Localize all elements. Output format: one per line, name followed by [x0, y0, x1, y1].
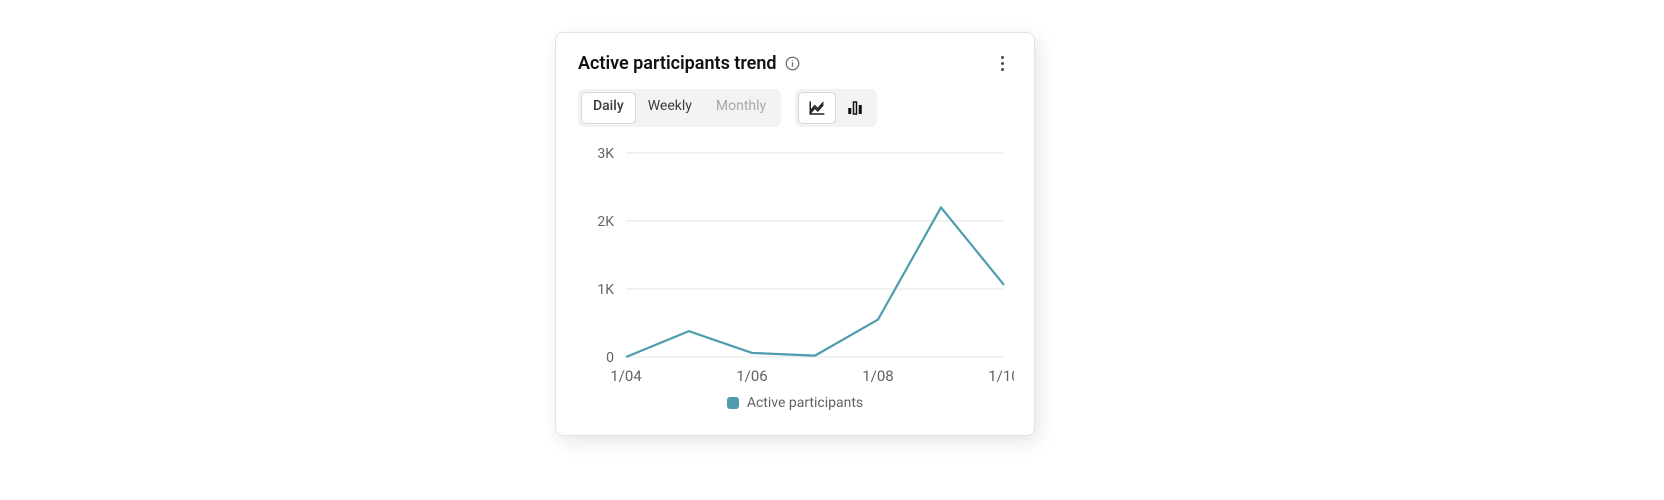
controls-row: DailyWeeklyMonthly [578, 89, 1012, 127]
x-tick-label: 1/04 [610, 367, 642, 385]
y-tick-label: 3K [597, 146, 614, 162]
x-tick-label: 1/10 [988, 367, 1014, 385]
bar-chart-icon [846, 99, 864, 117]
info-icon[interactable] [785, 55, 801, 71]
bar-chart-button[interactable] [836, 92, 874, 124]
range-segmented-control: DailyWeeklyMonthly [578, 89, 781, 127]
y-tick-label: 2K [597, 214, 614, 230]
card-header: Active participants trend [578, 51, 1012, 75]
series-line [626, 207, 1004, 357]
chart-area: 0 1K 2K 3K 1/04 1/06 1/08 1/10 [578, 143, 1012, 393]
line-chart: 0 1K 2K 3K 1/04 1/06 1/08 1/10 [578, 143, 1014, 393]
chart-type-segmented-control [795, 89, 877, 127]
y-tick-label: 0 [606, 350, 614, 366]
legend-label: Active participants [747, 395, 863, 411]
more-options-button[interactable] [992, 51, 1012, 75]
legend-swatch [727, 397, 739, 409]
title-row: Active participants trend [578, 53, 801, 74]
line-chart-icon [808, 99, 826, 117]
card-title: Active participants trend [578, 53, 777, 74]
x-tick-label: 1/06 [736, 367, 767, 385]
range-option-monthly: Monthly [704, 92, 778, 124]
legend: Active participants [578, 395, 1012, 411]
range-option-daily[interactable]: Daily [581, 92, 636, 124]
chart-card: Active participants trend DailyWeeklyMon… [555, 32, 1035, 436]
y-tick-label: 1K [597, 282, 614, 298]
range-option-weekly[interactable]: Weekly [636, 92, 704, 124]
x-tick-label: 1/08 [862, 367, 893, 385]
line-chart-button[interactable] [798, 92, 836, 124]
